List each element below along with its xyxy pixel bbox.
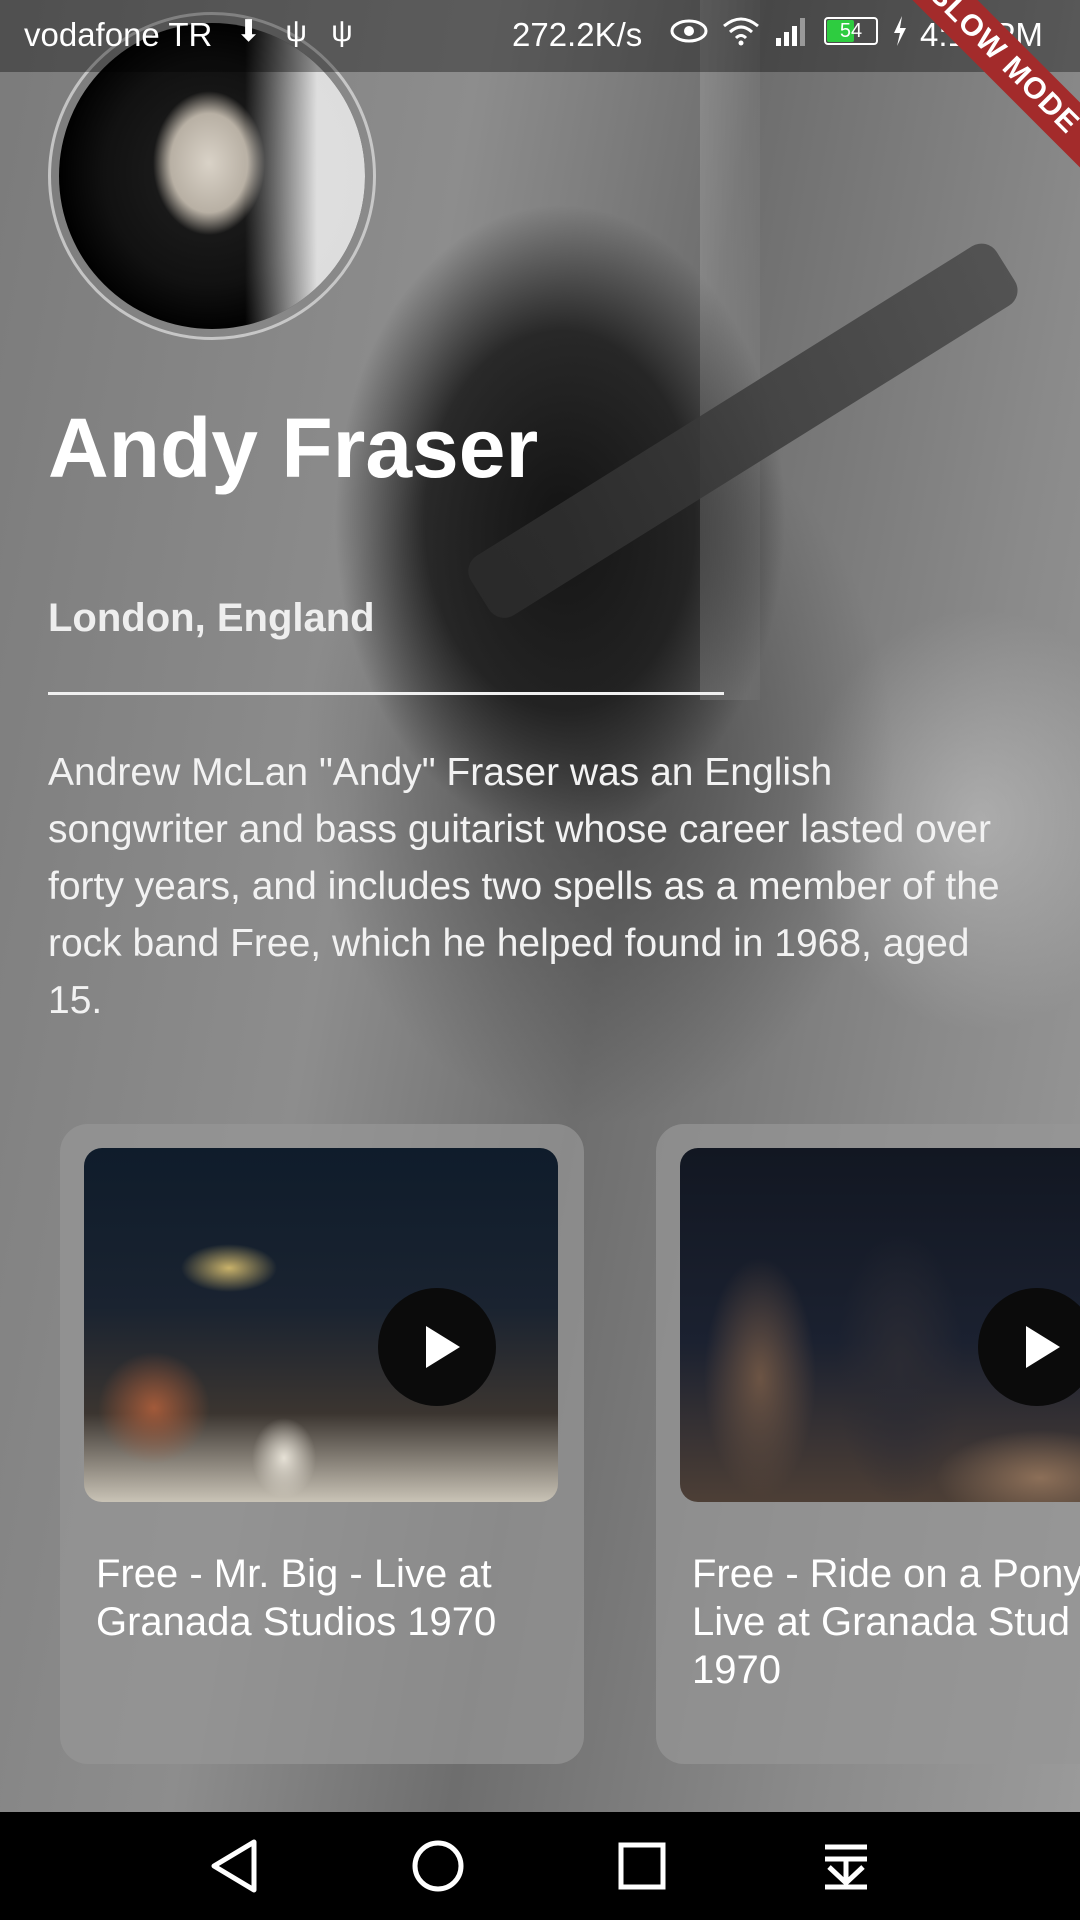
recents-button[interactable] [610,1834,674,1898]
download-usb-icons: ⬇ ψ ψ [236,15,361,48]
screen: vodafone TR ⬇ ψ ψ 272.2K/s 54 SLOW MODE … [0,0,1080,1920]
video-title-line: 1970 [692,1648,781,1692]
status-bar: vodafone TR ⬇ ψ ψ 272.2K/s 54 [0,0,1080,72]
video-carousel[interactable]: Free - Mr. Big - Live at Granada Studios… [0,1124,1080,1764]
artist-bio: Andrew McLan "Andy" Fraser was an Englis… [48,751,1000,1022]
artist-location: London, England [48,596,375,640]
video-title: Free - Mr. Big - Live at Granada Studios… [96,1552,497,1644]
divider [48,692,724,695]
video-title: Free - Ride on a Pony Live at Granada St… [692,1550,1080,1694]
play-icon [426,1326,460,1368]
home-icon [412,1840,464,1892]
wifi-icon [723,17,759,46]
network-speed: 272.2K/s [512,16,643,53]
video-title-line: Free - Ride on a Pony [692,1552,1080,1596]
play-icon [1026,1326,1060,1368]
background-pillar [700,0,760,700]
recents-icon [618,1842,666,1890]
system-nav-bar [0,1812,1080,1920]
eye-icon [670,19,708,43]
play-button[interactable] [378,1288,496,1406]
charging-icon [894,16,906,46]
carrier-label: vodafone TR [24,16,213,53]
home-button[interactable] [406,1834,470,1898]
signal-icon [776,18,805,46]
notifications-down-icon [825,1844,867,1890]
back-button[interactable] [202,1834,266,1898]
video-title-line: Live at Granada Stud [692,1600,1071,1644]
artist-name: Andy Fraser [48,401,539,495]
battery-icon: 54 [824,17,878,45]
video-card[interactable]: Free - Ride on a Pony Live at Granada St… [656,1124,1080,1764]
notifications-button[interactable] [814,1834,878,1898]
battery-level: 54 [839,20,863,42]
status-icons: 54 [670,16,908,46]
video-card[interactable]: Free - Mr. Big - Live at Granada Studios… [60,1124,584,1764]
back-icon [211,1839,257,1893]
